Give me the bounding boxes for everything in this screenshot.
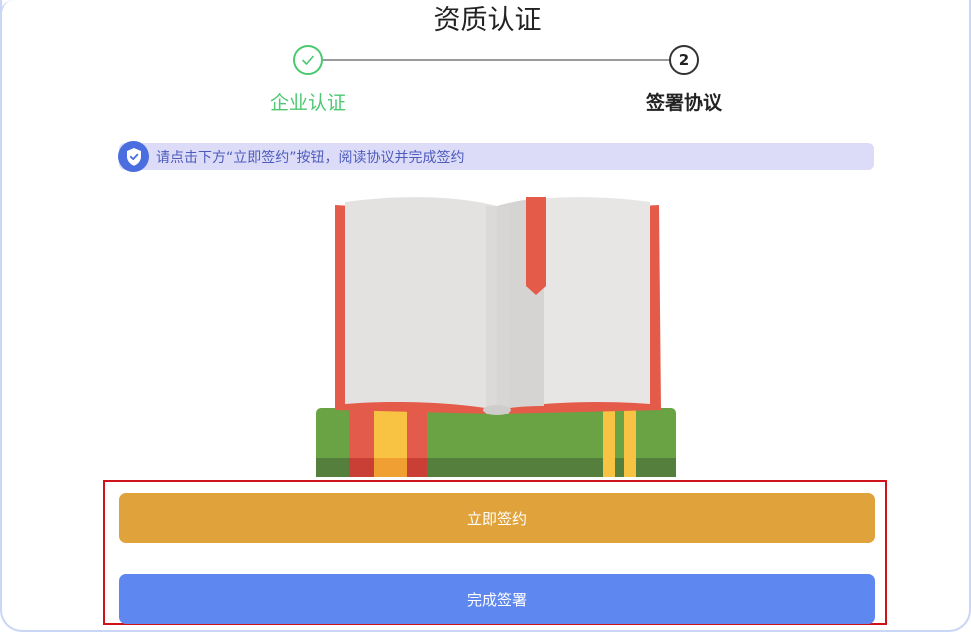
step-1-label: 企业认证 [269,92,346,114]
step-connector-line [323,59,669,61]
open-book-illustration [316,197,676,477]
shield-check-icon [118,141,149,172]
step-1-indicator [293,45,323,75]
action-buttons-highlight: 立即签约 完成签署 [103,480,887,625]
page-frame: 资质认证 2 企业认证 签署协议 请点击下方“立即签约”按钮，阅读协议并完成签约 [0,0,971,632]
step-2-indicator: 2 [669,45,699,75]
step-2-label: 签署协议 [645,92,722,114]
page-title: 资质认证 [433,5,542,36]
notice-banner: 请点击下方“立即签约”按钮，阅读协议并完成签约 [118,141,874,172]
notice-text: 请点击下方“立即签约”按钮，阅读协议并完成签约 [156,149,465,166]
sign-now-button[interactable]: 立即签约 [119,493,875,543]
step-2-number: 2 [678,51,690,69]
finish-signing-button[interactable]: 完成签署 [119,574,875,624]
check-icon [302,55,314,65]
